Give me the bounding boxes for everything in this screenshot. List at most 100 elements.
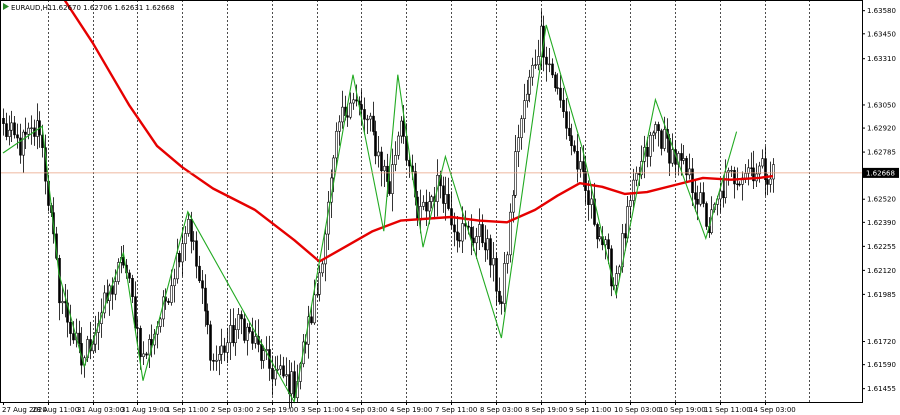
candle-body [724,171,727,199]
candle-body [2,118,5,124]
candle-body [285,374,288,377]
candle-body [517,137,520,152]
candle-body [582,161,585,172]
candle-body [545,56,548,65]
candle-body [24,131,27,135]
candle-body [671,149,674,164]
price-chart: 1.62668 1.63580 1.63450 1.63310 1.63050 1.62… [0,0,900,415]
candle-body [688,168,691,176]
candle-body [461,223,464,242]
candle-body [271,368,274,380]
candle-body [447,194,450,209]
x-tick-label: 9 Sep 11:00 [569,406,611,414]
y-tick-label: 1.62120 [867,267,896,275]
y-tick-label: 1.61985 [867,291,896,299]
candle-body [30,127,33,129]
candle-body [335,130,338,159]
candle-body [184,233,187,244]
candle-body [369,115,372,120]
candle-body [27,127,30,135]
y-tick-label: 1.62785 [867,149,896,157]
candle-body [391,164,394,194]
candle-body [554,74,557,88]
candle-body [366,118,369,121]
x-tick-label: 28 Aug 11:00 [32,406,79,414]
candle-body [587,190,590,205]
candle-body [383,165,386,172]
candle-body [274,369,277,380]
candle-body [481,224,484,244]
current-price-badge: 1.62668 [863,167,899,178]
candle-body [380,151,383,172]
candle-body [204,287,207,312]
candle-body [139,328,142,357]
x-tick-label: 4 Sep 19:00 [390,406,432,414]
candle-body [548,63,551,66]
candle-body [598,236,601,240]
y-tick-label: 1.63310 [867,55,896,63]
candle-body [114,281,117,295]
candle-body [579,161,582,170]
candle-body [170,285,173,303]
candle-body [22,131,25,156]
candle-body [69,321,72,334]
candle-body [649,134,652,157]
x-tick-label: 3 Sep 11:00 [301,406,343,414]
x-tick-label: 8 Sep 03:00 [480,406,522,414]
x-tick-label: 31 Aug 19:00 [121,406,168,414]
candle-body [699,192,702,205]
candle-body [397,135,400,156]
candle-body [374,131,377,157]
candle-body [218,354,221,361]
candle-body [523,100,526,120]
candle-body [456,231,459,241]
candle-body [629,200,632,207]
x-tick-label: 1 Sep 11:00 [166,406,208,414]
candle-body [5,123,8,137]
candle-body [489,238,492,266]
candle-body [243,318,246,341]
candle-body [570,135,573,147]
candle-body [766,179,769,185]
candle-body [556,87,559,89]
candle-body [355,99,358,102]
candle-body [660,130,663,149]
y-tick-label: 1.61590 [867,361,896,369]
candle-body [72,333,75,341]
candle-body [565,111,568,129]
candle-body [187,219,190,234]
candle-body [663,129,666,149]
candle-body [173,278,176,287]
candle-body [696,198,699,205]
candle-body [206,310,209,326]
candle-body [646,147,649,157]
candle-body [176,253,179,280]
candle-body [254,336,257,344]
candle-body [13,122,16,136]
candle-body [92,343,95,352]
candle-body [694,192,697,200]
candle-body [290,371,293,395]
candle-body [251,331,254,344]
candle-body [78,332,81,344]
candle-body [733,170,736,185]
x-tick-label: 11 Sep 11:00 [704,406,751,414]
candle-body [377,151,380,157]
candle-body [500,301,503,304]
candle-body [240,314,243,320]
candle-body [215,359,218,362]
candle-body [195,240,198,267]
candle-body [506,254,509,264]
candle-body [537,56,540,66]
candle-body [470,226,473,239]
candle-body [654,124,657,134]
candle-body [514,151,517,196]
candle-body [652,132,655,136]
candle-body [472,237,475,244]
candle-body [576,150,579,170]
candle-body [702,192,705,204]
candle-body [657,124,660,131]
candle-body [8,129,11,137]
candle-body [321,263,324,274]
candle-body [394,155,397,165]
